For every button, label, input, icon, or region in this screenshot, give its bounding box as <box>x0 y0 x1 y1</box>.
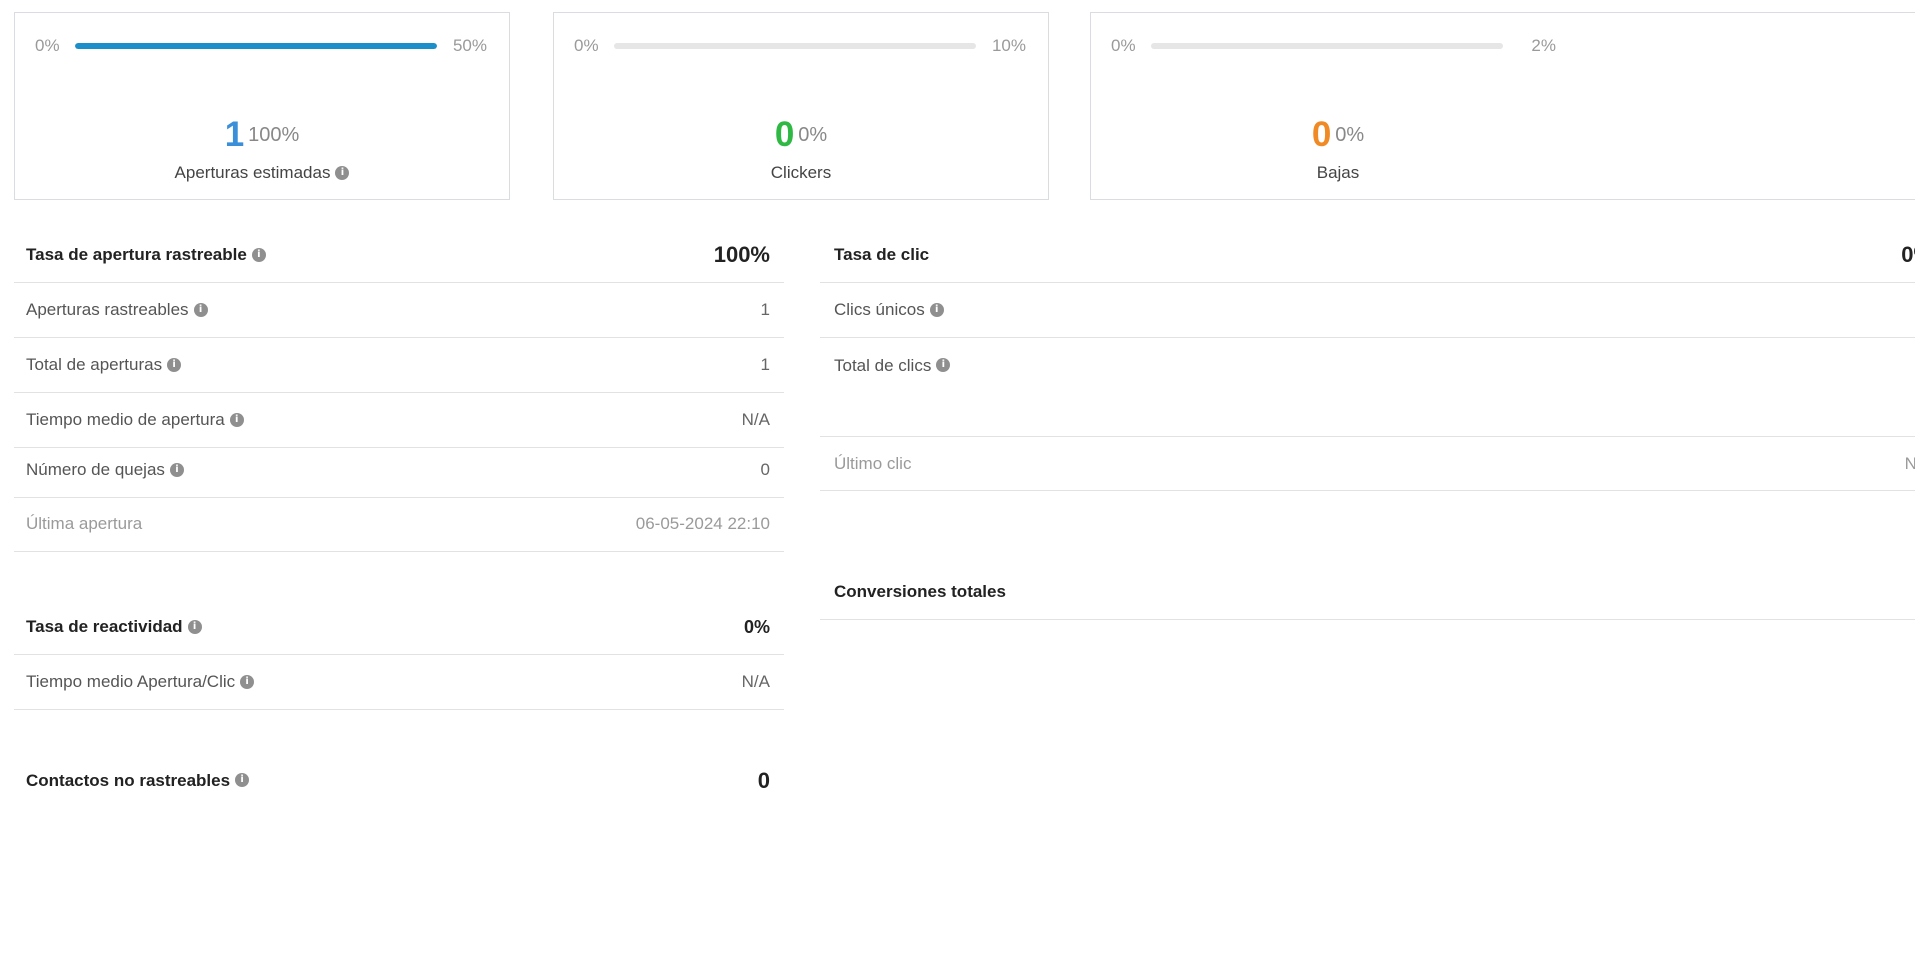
click-rate-row: Tasa de clic 0% <box>820 228 1915 283</box>
bar-min-label: 0% <box>1111 36 1136 55</box>
untrackable-contacts-row: Contactos no rastreables i 0 <box>14 753 784 808</box>
metric-row: Número de quejas i 0 <box>14 443 784 498</box>
metric-row: Tiempo medio Apertura/Clic i N/A <box>14 655 784 710</box>
stat-percent: 0% <box>1335 124 1365 146</box>
row-label: Tasa de clic <box>834 245 930 264</box>
info-circle-icon[interactable]: i <box>169 462 184 477</box>
progress-fill <box>75 43 437 49</box>
row-label: Tiempo medio Apertura/Clic <box>26 672 236 691</box>
row-label: Aperturas rastreables <box>26 300 189 319</box>
row-label: Tasa de apertura rastreable <box>26 245 247 264</box>
stat-value: 1 <box>224 115 245 154</box>
stat-label: Clickers <box>770 163 832 182</box>
progress-bar <box>1151 43 1503 49</box>
row-value: 06-05-2024 22:10 <box>635 514 770 533</box>
last-open-row: Última apertura 06-05-2024 22:10 <box>14 497 784 552</box>
info-circle-icon[interactable]: i <box>193 302 208 317</box>
total-conversions-row: Conversiones totales 0 <box>820 565 1915 620</box>
row-value: 1 <box>760 355 770 374</box>
row-value: 0% <box>1901 242 1915 267</box>
progress-bar <box>614 43 976 49</box>
row-label: Clics únicos <box>834 300 925 319</box>
open-rate-row: Tasa de apertura rastreable i 100% <box>14 228 784 283</box>
row-value: 0 <box>760 460 770 479</box>
stat-card-opens: 0% 50% 1 100% Aperturas estimadas i <box>14 12 510 200</box>
row-value: 0% <box>743 616 770 637</box>
info-circle-icon[interactable]: i <box>335 165 350 180</box>
row-label: Último clic <box>834 453 912 473</box>
stat-card-unsubscribes: 0% 2% 0 0% Bajas <box>1090 12 1915 200</box>
progress-bar <box>75 43 437 49</box>
bar-min-label: 0% <box>574 36 599 55</box>
metric-row: Clics únicosi 0 <box>820 283 1915 338</box>
info-circle-icon[interactable]: i <box>251 247 266 262</box>
row-value: 0 <box>757 767 770 793</box>
row-label: Última apertura <box>26 514 143 533</box>
row-label: Número de quejas <box>26 460 165 479</box>
row-label: Total de clics <box>834 355 932 375</box>
row-label: Tiempo medio de apertura <box>26 410 225 429</box>
stat-card-clickers: 0% 10% 0 0% Clickers <box>553 12 1049 200</box>
info-circle-icon[interactable]: i <box>936 358 951 373</box>
row-value: N/A <box>741 672 770 691</box>
row-label: Tasa de reactividad <box>26 617 183 636</box>
info-circle-icon[interactable]: i <box>240 674 255 689</box>
stat-label: Aperturas estimadas <box>174 163 331 182</box>
reactivity-rate-row: Tasa de reactividad i 0% <box>14 600 784 655</box>
info-circle-icon[interactable]: i <box>929 302 944 317</box>
bar-max-label: 50% <box>452 36 487 55</box>
info-circle-icon[interactable]: i <box>235 773 250 788</box>
info-circle-icon[interactable]: i <box>229 412 244 427</box>
metric-row: Tiempo medio de apertura i N/A <box>14 393 784 448</box>
row-value: N/A <box>741 410 770 429</box>
stat-value: 0 <box>774 115 795 154</box>
bar-min-label: 0% <box>35 36 60 55</box>
row-label: Total de aperturas <box>26 355 163 374</box>
bar-max-label: 10% <box>991 36 1026 55</box>
stat-label: Bajas <box>1316 163 1360 182</box>
stat-percent: 0% <box>798 124 828 146</box>
metric-row: Total de clicsi 0 <box>820 338 1915 393</box>
metric-row: Total de aperturas i 1 <box>14 338 784 393</box>
row-value: 1 <box>760 300 770 319</box>
row-label: Contactos no rastreables <box>26 770 231 790</box>
last-click-row: Último clic N/A <box>820 436 1915 491</box>
metric-row: Aperturas rastreables i 1 <box>14 283 784 338</box>
row-label: Conversiones totales <box>834 582 1006 601</box>
info-circle-icon[interactable]: i <box>187 619 202 634</box>
row-value: 100% <box>713 242 770 267</box>
row-value: N/A <box>1904 453 1915 473</box>
stat-value: 0 <box>1311 115 1332 154</box>
bar-max-label: 2% <box>1531 36 1556 55</box>
stat-percent: 100% <box>248 124 300 146</box>
info-circle-icon[interactable]: i <box>167 357 182 372</box>
